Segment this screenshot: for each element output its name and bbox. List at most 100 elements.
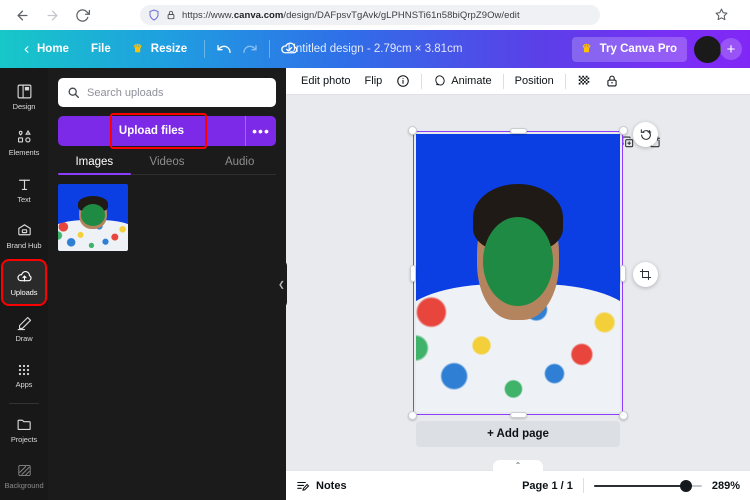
header-divider bbox=[204, 40, 206, 58]
lock-icon bbox=[607, 75, 617, 87]
crop-button[interactable] bbox=[633, 262, 658, 287]
sidebar-label-draw: Draw bbox=[15, 333, 33, 343]
position-button[interactable]: Position bbox=[508, 71, 561, 91]
edit-photo-label: Edit photo bbox=[301, 75, 351, 87]
cloud-saved-button[interactable] bbox=[276, 36, 302, 62]
sidebar-label-elements: Elements bbox=[8, 148, 40, 158]
edit-photo-button[interactable]: Edit photo bbox=[294, 71, 358, 91]
notes-icon bbox=[297, 481, 310, 491]
home-button[interactable]: Home bbox=[10, 36, 80, 62]
bottom-status-bar: ⌃ Notes Page 1 / 1 289% bbox=[286, 460, 750, 500]
upload-thumbnail-empty bbox=[206, 184, 276, 251]
upload-thumbnail-empty bbox=[132, 184, 202, 251]
sidebar-label-uploads: Uploads bbox=[10, 287, 38, 297]
upload-thumbnail[interactable] bbox=[58, 184, 128, 251]
draw-icon bbox=[17, 316, 31, 331]
back-icon[interactable] bbox=[14, 7, 30, 23]
undo-button[interactable] bbox=[211, 36, 237, 62]
flip-button[interactable]: Flip bbox=[358, 71, 390, 91]
resize-handle-top[interactable] bbox=[509, 128, 527, 134]
resize-button[interactable]: ♛ Resize bbox=[122, 36, 198, 62]
sidebar-item-brand-hub[interactable]: Brand Hub bbox=[2, 213, 46, 258]
uploads-tabs: Images Videos Audio bbox=[58, 156, 276, 175]
uploads-panel: Search uploads Upload files ••• Images V… bbox=[48, 68, 286, 500]
face-mask-shape bbox=[483, 217, 553, 307]
resize-handle-bottom-left[interactable] bbox=[408, 411, 417, 420]
uploads-icon bbox=[16, 270, 32, 282]
left-icon-rail: Design Elements Text Brand Hub Uploads D… bbox=[0, 68, 48, 500]
redo-icon bbox=[243, 45, 257, 53]
uploads-thumbnail-grid bbox=[58, 184, 276, 251]
try-canva-pro-button[interactable]: ♛ Try Canva Pro bbox=[571, 36, 687, 62]
info-button[interactable] bbox=[389, 71, 417, 91]
upload-more-options-button[interactable]: ••• bbox=[245, 116, 276, 146]
tab-audio[interactable]: Audio bbox=[203, 156, 276, 174]
lock-object-button[interactable] bbox=[598, 71, 626, 91]
editor-area: ❮ Edit photo Flip Animate Position + Add… bbox=[276, 68, 750, 500]
sidebar-item-projects[interactable]: Projects bbox=[2, 407, 46, 452]
canva-header: Home File ♛ Resize Untitled design - 2.7… bbox=[0, 30, 750, 68]
add-page-button[interactable]: + Add page bbox=[416, 421, 620, 447]
avatar[interactable] bbox=[694, 35, 721, 63]
upload-files-row: Upload files ••• bbox=[58, 113, 276, 149]
rotate-button[interactable] bbox=[633, 122, 658, 147]
brand-hub-icon bbox=[17, 224, 31, 236]
header-right-group: ♛ Try Canva Pro + bbox=[571, 35, 750, 63]
sidebar-item-background[interactable]: Background bbox=[2, 454, 46, 499]
position-label: Position bbox=[514, 75, 554, 87]
transparency-button[interactable] bbox=[570, 71, 598, 91]
zoom-level: 289% bbox=[711, 479, 740, 492]
photo-object[interactable] bbox=[416, 134, 620, 412]
timeline-collapse-toggle[interactable]: ⌃ bbox=[493, 460, 543, 472]
resize-handle-right[interactable] bbox=[620, 264, 626, 282]
bottom-right-group: Page 1 / 1 289% bbox=[522, 478, 740, 493]
sidebar-item-elements[interactable]: Elements bbox=[2, 120, 46, 165]
star-icon[interactable] bbox=[715, 8, 728, 21]
share-add-button[interactable]: + bbox=[720, 38, 742, 60]
apps-icon bbox=[18, 364, 30, 376]
resize-handle-bottom-right[interactable] bbox=[619, 411, 628, 420]
search-uploads-field[interactable]: Search uploads bbox=[58, 78, 276, 107]
animate-button[interactable]: Animate bbox=[426, 71, 498, 91]
tab-images[interactable]: Images bbox=[58, 156, 131, 175]
panel-collapse-toggle[interactable]: ❮ bbox=[276, 260, 287, 308]
file-menu-button[interactable]: File bbox=[80, 36, 122, 62]
cloud-saved-icon bbox=[281, 42, 298, 54]
resize-handle-top-right[interactable] bbox=[619, 126, 628, 135]
file-label: File bbox=[90, 43, 111, 55]
sidebar-label-background: Background bbox=[4, 481, 44, 491]
chevron-left-icon bbox=[24, 45, 29, 53]
tab-images-label: Images bbox=[75, 156, 114, 168]
address-bar[interactable]: https://www.canva.com/design/DAFpsvTgAvk… bbox=[140, 5, 600, 25]
resize-handle-top-left[interactable] bbox=[408, 126, 417, 135]
tab-videos[interactable]: Videos bbox=[131, 156, 204, 174]
zoom-slider[interactable] bbox=[593, 479, 702, 493]
page-indicator[interactable]: Page 1 / 1 bbox=[522, 480, 573, 492]
portrait-artwork bbox=[416, 134, 620, 412]
zoom-knob[interactable] bbox=[680, 479, 693, 492]
design-canvas[interactable] bbox=[408, 122, 658, 420]
sidebar-item-design[interactable]: Design bbox=[2, 74, 46, 119]
resize-handle-left[interactable] bbox=[410, 264, 416, 282]
resize-handle-bottom[interactable] bbox=[509, 412, 527, 418]
app-body: Design Elements Text Brand Hub Uploads D… bbox=[0, 68, 750, 500]
forward-icon[interactable] bbox=[44, 7, 60, 23]
canvas-area: + Add page bbox=[286, 95, 750, 470]
reload-icon[interactable] bbox=[74, 7, 90, 23]
sidebar-item-apps[interactable]: Apps bbox=[2, 353, 46, 398]
sidebar-item-draw[interactable]: Draw bbox=[2, 306, 46, 351]
transparency-icon bbox=[578, 75, 590, 85]
lock-icon bbox=[167, 10, 175, 20]
sidebar-item-uploads[interactable]: Uploads bbox=[1, 258, 47, 307]
sidebar-item-text[interactable]: Text bbox=[2, 167, 46, 212]
sidebar-label-apps: Apps bbox=[15, 379, 33, 389]
upload-files-button[interactable]: Upload files bbox=[58, 116, 245, 146]
undo-icon bbox=[217, 45, 231, 53]
home-label: Home bbox=[37, 43, 69, 55]
redo-button[interactable] bbox=[237, 36, 263, 62]
shield-icon bbox=[149, 9, 159, 21]
notes-label: Notes bbox=[316, 479, 347, 492]
design-icon bbox=[17, 84, 31, 99]
notes-button[interactable]: Notes bbox=[296, 479, 347, 493]
info-icon bbox=[397, 75, 410, 87]
